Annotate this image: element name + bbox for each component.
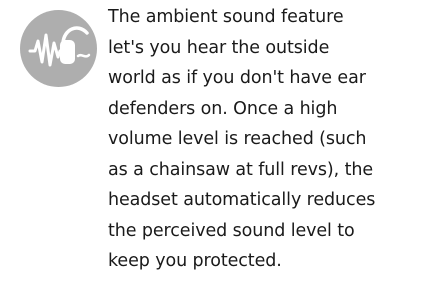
feature-description: The ambient sound feature let's you hear…: [108, 2, 408, 277]
ambient-sound-feature: The ambient sound feature let's you hear…: [0, 0, 422, 302]
description-line: as a chainsaw at full revs), the: [108, 159, 374, 180]
description-line: the perceived sound level to: [108, 220, 355, 241]
description-line: defenders on. Once a high: [108, 98, 338, 119]
description-line: world as if you don't have ear: [108, 68, 366, 88]
description-line: The ambient sound feature: [108, 7, 344, 27]
description-line: headset automatically reduces: [108, 190, 376, 210]
ambient-sound-icon: [20, 10, 97, 87]
description-line: volume level is reached (such: [108, 129, 367, 149]
description-line: keep you protected.: [108, 251, 282, 271]
description-line: let's you hear the outside: [108, 37, 330, 58]
